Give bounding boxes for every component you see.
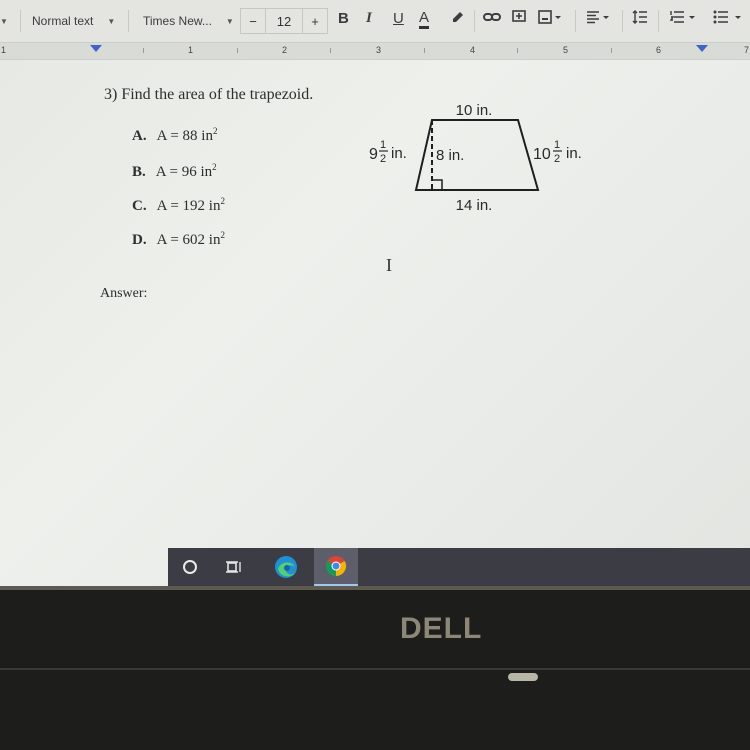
ruler-tick — [424, 48, 425, 53]
bottom-base-label: 14 in. — [456, 197, 493, 214]
option-b: B. A = 96 in2 — [132, 162, 217, 181]
link-icon[interactable] — [483, 10, 501, 28]
left-side-whole: 9 — [369, 146, 378, 163]
chrome-icon — [325, 556, 347, 577]
option-exponent: 2 — [220, 230, 225, 240]
text-color-button[interactable]: A — [419, 10, 430, 29]
right-side-denominator: 2 — [554, 153, 560, 165]
image-icon[interactable] — [538, 10, 564, 28]
webcam-led-icon — [508, 673, 538, 681]
ruler-tick — [330, 48, 331, 53]
option-letter: C. — [132, 198, 147, 214]
font-size-input[interactable]: 12 — [266, 9, 303, 33]
style-select[interactable]: Normal text ▼ — [32, 10, 115, 32]
font-size-stepper: − 12 + — [240, 8, 328, 34]
left-indent-marker[interactable] — [90, 45, 102, 52]
ruler-number: 5 — [563, 45, 569, 55]
chrome-button[interactable] — [314, 548, 358, 586]
trapezoid-diagram: 10 in. 14 in. 8 in. 9 1 2 in. 10 1 2 in. — [360, 98, 620, 218]
comment-icon[interactable] — [512, 10, 526, 28]
top-base-label: 10 in. — [456, 102, 493, 119]
taskbar — [168, 548, 750, 586]
option-text: A = 192 in — [156, 198, 221, 214]
option-letter: B. — [132, 164, 146, 180]
font-size-increase-button[interactable]: + — [303, 9, 327, 33]
right-side-whole: 10 — [533, 146, 551, 163]
option-text: A = 96 in — [155, 164, 213, 180]
right-side-unit: in. — [566, 145, 582, 162]
option-text: A = 602 in — [156, 232, 221, 248]
font-select[interactable]: Times New... ▼ — [143, 10, 234, 32]
divider — [575, 10, 576, 32]
ruler-number: 1 — [1, 45, 7, 55]
screen: ▼ Normal text ▼ Times New... ▼ − 12 + B … — [0, 0, 750, 586]
left-side-denominator: 2 — [380, 153, 386, 165]
menu-caret[interactable]: ▼ — [0, 10, 8, 32]
option-text: A = 88 in — [156, 128, 213, 144]
ruler[interactable]: 1 1 2 3 4 5 6 7 — [0, 42, 750, 60]
text-cursor-icon: I — [386, 255, 392, 275]
task-view-button[interactable] — [212, 548, 256, 586]
answer-label: Answer: — [100, 286, 148, 301]
bulleted-list-icon[interactable] — [713, 10, 747, 28]
divider — [474, 10, 475, 32]
align-icon[interactable] — [586, 10, 614, 28]
ruler-tick — [611, 48, 612, 53]
option-exponent: 2 — [212, 162, 217, 172]
font-select-label: Times New... — [143, 14, 212, 28]
option-a: A. A = 88 in2 — [132, 126, 217, 145]
option-exponent: 2 — [220, 196, 225, 206]
ruler-number: 7 — [744, 45, 750, 55]
ruler-number: 4 — [470, 45, 476, 55]
line-spacing-icon[interactable] — [632, 10, 648, 28]
cortana-search-button[interactable] — [168, 548, 212, 586]
font-size-decrease-button[interactable]: − — [241, 9, 266, 33]
ruler-number: 1 — [188, 45, 194, 55]
edge-icon — [275, 556, 297, 578]
edge-button[interactable] — [264, 548, 308, 586]
ruler-number: 3 — [376, 45, 382, 55]
question-text: 3) Find the area of the trapezoid. — [104, 86, 314, 103]
right-indent-marker[interactable] — [696, 45, 708, 52]
right-angle-marker — [432, 179, 443, 190]
divider — [622, 10, 623, 32]
task-view-icon — [226, 561, 241, 573]
left-side-numerator: 1 — [380, 139, 386, 151]
bold-button[interactable]: B — [338, 10, 349, 27]
screen-edge — [0, 586, 750, 590]
style-select-label: Normal text — [32, 14, 94, 28]
italic-button[interactable]: I — [366, 10, 372, 27]
option-letter: A. — [132, 128, 147, 144]
cortana-icon — [183, 560, 197, 574]
option-letter: D. — [132, 232, 147, 248]
numbered-list-icon[interactable] — [669, 10, 699, 28]
highlighter-icon[interactable] — [451, 10, 465, 28]
chevron-down-icon: ▼ — [107, 16, 116, 26]
trapezoid-figure: 10 in. 14 in. 8 in. 9 1 2 in. 10 1 2 in. — [369, 102, 582, 214]
option-exponent: 2 — [212, 126, 218, 136]
ruler-number: 6 — [656, 45, 662, 55]
divider — [658, 10, 659, 32]
ruler-tick — [237, 48, 238, 53]
right-side-numerator: 1 — [554, 139, 560, 151]
divider — [20, 10, 21, 32]
bezel-divider — [0, 668, 750, 670]
ruler-tick — [517, 48, 518, 53]
toolbar: ▼ Normal text ▼ Times New... ▼ − 12 + B … — [0, 0, 750, 42]
document-page[interactable]: 3) Find the area of the trapezoid. A. A =… — [0, 60, 750, 546]
option-c: C. A = 192 in2 — [132, 196, 225, 215]
dell-logo: DELL — [400, 612, 483, 645]
ruler-number: 2 — [282, 45, 288, 55]
ruler-tick — [143, 48, 144, 53]
underline-button[interactable]: U — [393, 10, 404, 27]
option-d: D. A = 602 in2 — [132, 230, 225, 249]
height-label: 8 in. — [436, 147, 464, 164]
chevron-down-icon: ▼ — [225, 16, 234, 26]
left-side-unit: in. — [391, 145, 407, 162]
divider — [128, 10, 129, 32]
